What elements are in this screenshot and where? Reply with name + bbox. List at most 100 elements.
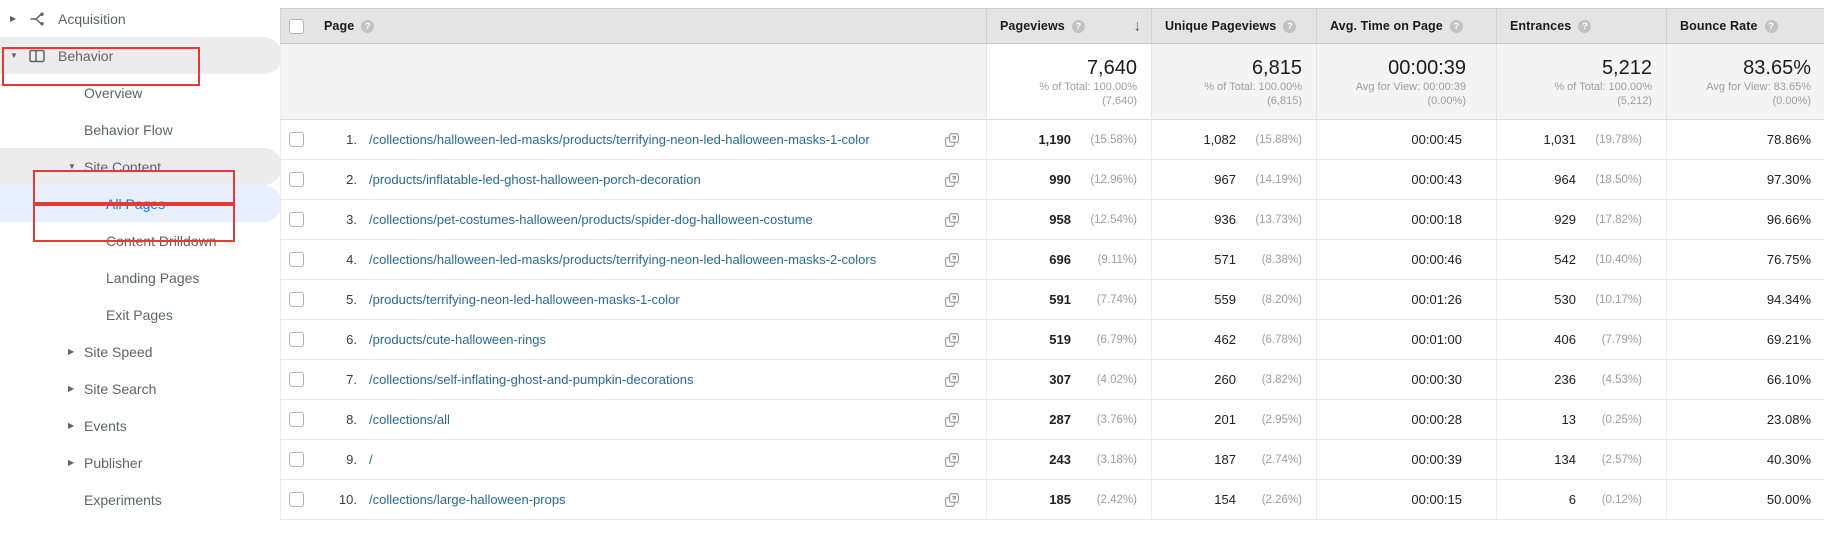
row-checkbox[interactable] bbox=[289, 292, 304, 307]
select-all-checkbox[interactable] bbox=[289, 19, 304, 34]
unique-pageviews-percent: (2.74%) bbox=[1236, 454, 1302, 466]
row-checkbox[interactable] bbox=[289, 172, 304, 187]
open-in-new-icon[interactable] bbox=[944, 492, 960, 508]
page-cell: 1. /collections/halloween-led-masks/prod… bbox=[311, 120, 986, 159]
pageviews-cell: 185 (2.42%) bbox=[986, 480, 1151, 519]
column-header-page[interactable]: Page ? bbox=[311, 9, 986, 43]
avg-time-cell: 00:01:00 bbox=[1316, 320, 1496, 359]
entrances-percent: (18.50%) bbox=[1576, 174, 1642, 186]
unique-pageviews-cell: 260 (3.82%) bbox=[1151, 360, 1316, 399]
summary-unique-pageviews: 6,815 % of Total: 100.00% (6,815) bbox=[1151, 44, 1316, 119]
pageviews-value: 243 bbox=[1049, 452, 1071, 467]
page-link[interactable]: / bbox=[369, 450, 373, 469]
column-header-avg-time-on-page[interactable]: Avg. Time on Page ? bbox=[1316, 9, 1496, 43]
row-checkbox[interactable] bbox=[289, 132, 304, 147]
help-icon[interactable]: ? bbox=[1072, 20, 1085, 33]
row-checkbox-cell bbox=[281, 360, 311, 399]
avg-time-cell: 00:00:15 bbox=[1316, 480, 1496, 519]
sidebar-item-experiments[interactable]: Experiments bbox=[0, 481, 286, 518]
help-icon[interactable]: ? bbox=[1765, 20, 1778, 33]
sidebar-item-acquisition[interactable]: ▶ Acquisition bbox=[0, 0, 286, 37]
avg-time-cell: 00:00:18 bbox=[1316, 200, 1496, 239]
page-link[interactable]: /collections/all bbox=[369, 410, 450, 429]
open-in-new-icon[interactable] bbox=[944, 132, 960, 148]
sidebar-item-overview[interactable]: Overview bbox=[0, 74, 286, 111]
page-link[interactable]: /collections/self-inflating-ghost-and-pu… bbox=[369, 370, 693, 389]
page-link[interactable]: /collections/halloween-led-masks/product… bbox=[369, 130, 870, 149]
sidebar-item-behavior-flow[interactable]: Behavior Flow bbox=[0, 111, 286, 148]
open-in-new-icon[interactable] bbox=[944, 172, 960, 188]
bounce-rate-value: 50.00% bbox=[1767, 492, 1811, 507]
sidebar-item-exit-pages[interactable]: Exit Pages bbox=[0, 296, 286, 333]
expand-arrow-icon[interactable]: ▼ bbox=[10, 52, 18, 60]
open-in-new-icon[interactable] bbox=[944, 412, 960, 428]
summary-value: 7,640 bbox=[1087, 56, 1137, 80]
open-in-new-icon[interactable] bbox=[944, 252, 960, 268]
unique-pageviews-value: 559 bbox=[1214, 292, 1236, 307]
expand-arrow-icon[interactable]: ▶ bbox=[10, 15, 16, 23]
help-icon[interactable]: ? bbox=[361, 20, 374, 33]
page-link[interactable]: /collections/halloween-led-masks/product… bbox=[369, 250, 876, 269]
bounce-rate-cell: 40.30% bbox=[1666, 440, 1824, 479]
row-checkbox[interactable] bbox=[289, 452, 304, 467]
entrances-percent: (10.17%) bbox=[1576, 294, 1642, 306]
row-checkbox[interactable] bbox=[289, 372, 304, 387]
sidebar-item-behavior[interactable]: ▼ Behavior bbox=[0, 37, 282, 74]
pageviews-cell: 1,190 (15.58%) bbox=[986, 120, 1151, 159]
help-icon[interactable]: ? bbox=[1578, 20, 1591, 33]
sidebar-item-label: Experiments bbox=[84, 492, 162, 508]
open-in-new-icon[interactable] bbox=[944, 332, 960, 348]
column-header-bounce-rate[interactable]: Bounce Rate ? bbox=[1666, 9, 1824, 43]
sidebar-item-publisher[interactable]: ▶ Publisher bbox=[0, 444, 286, 481]
row-checkbox-cell bbox=[281, 160, 311, 199]
open-in-new-icon[interactable] bbox=[944, 212, 960, 228]
open-in-new-icon[interactable] bbox=[944, 292, 960, 308]
sidebar-item-events[interactable]: ▶ Events bbox=[0, 407, 286, 444]
avg-time-cell: 00:00:43 bbox=[1316, 160, 1496, 199]
expand-arrow-icon[interactable]: ▶ bbox=[68, 422, 74, 430]
row-checkbox[interactable] bbox=[289, 252, 304, 267]
page-link[interactable]: /products/terrifying-neon-led-halloween-… bbox=[369, 290, 680, 309]
sidebar-item-label: Behavior Flow bbox=[84, 122, 173, 138]
column-header-unique-pageviews[interactable]: Unique Pageviews ? bbox=[1151, 9, 1316, 43]
row-checkbox[interactable] bbox=[289, 212, 304, 227]
summary-value: 83.65% bbox=[1743, 56, 1811, 80]
pageviews-percent: (7.74%) bbox=[1071, 294, 1137, 306]
avg-time-value: 00:00:43 bbox=[1411, 172, 1462, 187]
sort-descending-icon[interactable]: ↓ bbox=[1134, 18, 1142, 35]
page-link[interactable]: /products/inflatable-led-ghost-halloween… bbox=[369, 170, 701, 189]
open-in-new-icon[interactable] bbox=[944, 372, 960, 388]
sidebar-item-all-pages[interactable]: All Pages bbox=[0, 185, 282, 222]
column-header-pageviews[interactable]: Pageviews ? ↓ bbox=[986, 9, 1151, 43]
avg-time-cell: 00:00:30 bbox=[1316, 360, 1496, 399]
help-icon[interactable]: ? bbox=[1283, 20, 1296, 33]
sidebar-item-landing-pages[interactable]: Landing Pages bbox=[0, 259, 286, 296]
expand-arrow-icon[interactable]: ▶ bbox=[68, 459, 74, 467]
page-link[interactable]: /collections/pet-costumes-halloween/prod… bbox=[369, 210, 813, 229]
help-icon[interactable]: ? bbox=[1450, 20, 1463, 33]
row-checkbox[interactable] bbox=[289, 492, 304, 507]
row-checkbox-cell bbox=[281, 240, 311, 279]
pageviews-percent: (12.54%) bbox=[1071, 214, 1137, 226]
pageviews-percent: (3.76%) bbox=[1071, 414, 1137, 426]
column-header-entrances[interactable]: Entrances ? bbox=[1496, 9, 1666, 43]
expand-arrow-icon[interactable]: ▶ bbox=[68, 348, 74, 356]
page-link[interactable]: /products/cute-halloween-rings bbox=[369, 330, 546, 349]
row-checkbox[interactable] bbox=[289, 332, 304, 347]
page-link[interactable]: /collections/large-halloween-props bbox=[369, 490, 566, 509]
row-checkbox[interactable] bbox=[289, 412, 304, 427]
sidebar-item-content-drilldown[interactable]: Content Drilldown bbox=[0, 222, 286, 259]
column-label: Pageviews bbox=[1000, 19, 1065, 33]
expand-arrow-icon[interactable]: ▶ bbox=[68, 385, 74, 393]
expand-arrow-icon[interactable]: ▼ bbox=[68, 163, 76, 171]
bounce-rate-value: 76.75% bbox=[1767, 252, 1811, 267]
summary-page-cell bbox=[311, 44, 986, 119]
unique-pageviews-value: 260 bbox=[1214, 372, 1236, 387]
sidebar-item-site-content[interactable]: ▼ Site Content bbox=[0, 148, 282, 185]
unique-pageviews-cell: 936 (13.73%) bbox=[1151, 200, 1316, 239]
open-in-new-icon[interactable] bbox=[944, 452, 960, 468]
sidebar-item-site-speed[interactable]: ▶ Site Speed bbox=[0, 333, 286, 370]
unique-pageviews-percent: (8.38%) bbox=[1236, 254, 1302, 266]
table-summary-row: 7,640 % of Total: 100.00% (7,640) 6,815 … bbox=[280, 44, 1824, 120]
sidebar-item-site-search[interactable]: ▶ Site Search bbox=[0, 370, 286, 407]
